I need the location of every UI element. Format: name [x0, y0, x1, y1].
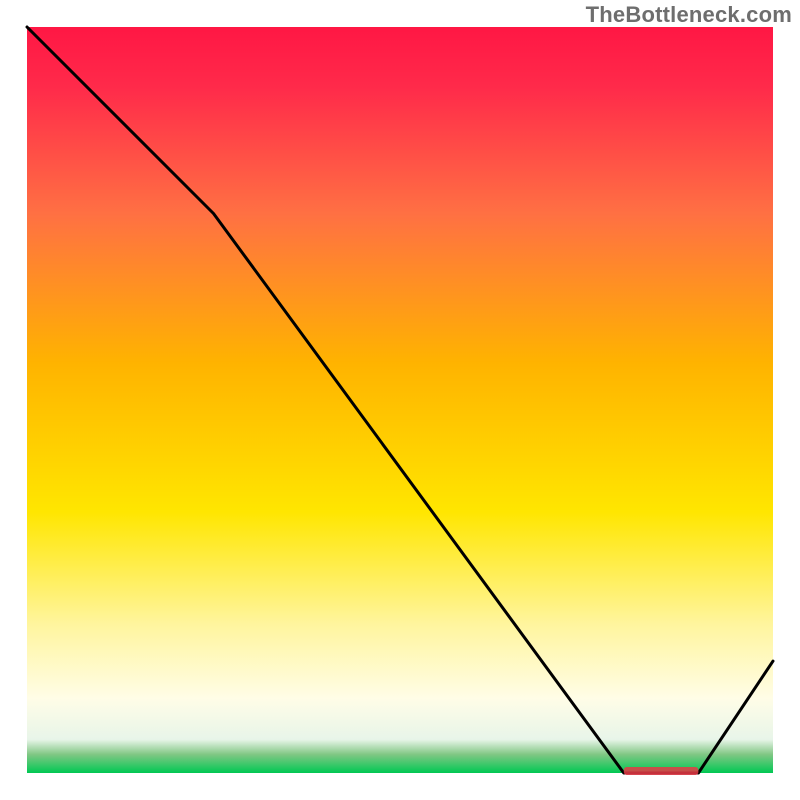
watermark-label: TheBottleneck.com: [586, 2, 792, 28]
optimal-range-marker: [624, 767, 699, 775]
chart-canvas: TheBottleneck.com: [0, 0, 800, 800]
bottleneck-chart: [0, 0, 800, 800]
